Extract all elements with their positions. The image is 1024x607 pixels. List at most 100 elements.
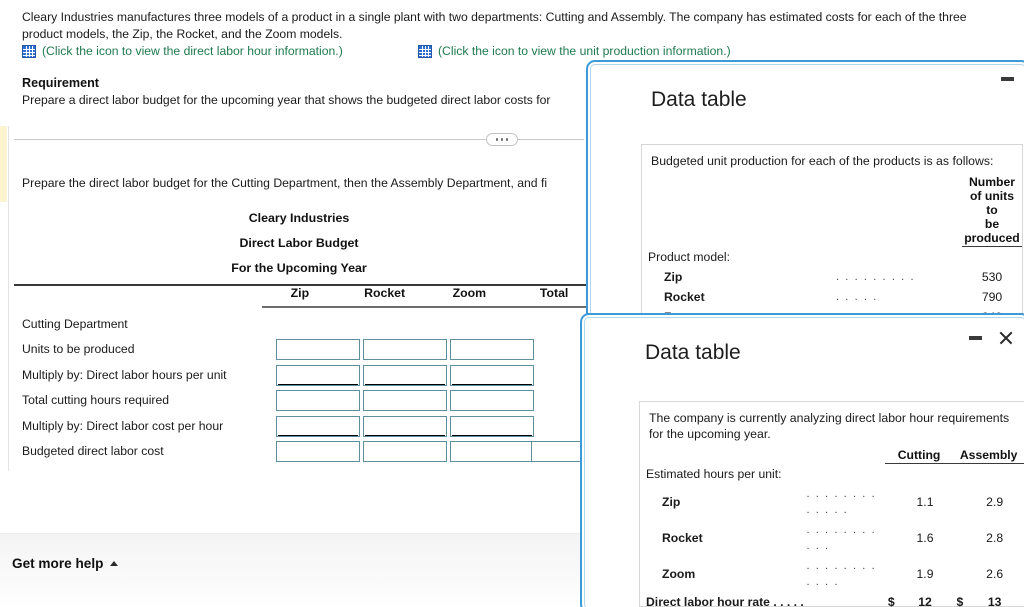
- budget-title-company: Cleary Industries: [248, 211, 350, 225]
- direct-labor-hour-link-label: (Click the icon to view the direct labor…: [42, 44, 343, 58]
- budget-title-report: Direct Labor Budget: [239, 236, 359, 250]
- direct-labor-rate-label: Direct labor hour rate . . . . .: [646, 594, 804, 607]
- row-underline: [365, 383, 445, 386]
- expand-dots-button[interactable]: [486, 133, 518, 146]
- budget-subheader-rule: [262, 306, 592, 308]
- table-row: Multiply by: Direct labor hours per unit: [14, 364, 592, 391]
- unit-production-link-label: (Click the icon to view the unit product…: [438, 44, 731, 58]
- section-label-row: Product model:: [642, 247, 1022, 267]
- row-label: Total cutting hours required: [22, 393, 170, 408]
- dialog-title: Data table: [651, 88, 747, 111]
- input-hours-per-unit-zip[interactable]: [276, 364, 360, 386]
- requirement-heading: Requirement: [22, 76, 99, 90]
- row-underline: [365, 434, 445, 437]
- table-row: Zip . . . . . . . . . 530: [642, 267, 1022, 287]
- value-rocket-cutting: 1.6: [916, 530, 934, 545]
- instruction-text: Prepare the direct labor budget for the …: [22, 176, 548, 190]
- dialog-intro-text: Budgeted unit production for each of the…: [651, 154, 994, 168]
- currency-spacer: [885, 556, 897, 592]
- input-units-rocket[interactable]: [363, 339, 447, 361]
- input-cost-per-hour-zoom[interactable]: [450, 415, 534, 437]
- rate-cutting: 12: [918, 594, 932, 607]
- grid-table-icon[interactable]: [22, 44, 36, 58]
- minimize-icon[interactable]: [969, 336, 982, 340]
- row-label: Multiply by: Direct labor hours per unit: [22, 367, 227, 382]
- currency-spacer: [885, 484, 897, 520]
- dot-icon: [495, 138, 499, 141]
- input-hours-per-unit-rocket[interactable]: [363, 364, 447, 386]
- direct-labor-hour-link[interactable]: (Click the icon to view the direct labor…: [22, 44, 343, 58]
- unit-production-link[interactable]: (Click the icon to view the unit product…: [418, 44, 731, 58]
- currency-spacer: [953, 520, 965, 556]
- column-header-total: Total: [539, 285, 569, 300]
- table-row: Rocket . . . . . . . . . . . 1.6 2.8: [640, 520, 1024, 556]
- input-units-zip[interactable]: [276, 339, 360, 361]
- leader-dots: . . . . . . . . . . .: [806, 523, 877, 552]
- grid-table-icon[interactable]: [418, 44, 432, 58]
- input-total-hours-zoom[interactable]: [450, 390, 534, 412]
- dialog-window-buttons: [1001, 77, 1014, 81]
- get-more-help-label: Get more help: [12, 556, 104, 571]
- requirement-text: Prepare a direct labor budget for the up…: [22, 93, 551, 107]
- column-header-zoom: Zoom: [452, 285, 487, 300]
- dialog-window-buttons: [969, 330, 1014, 346]
- table-header-row: Cutting Assembly: [640, 447, 1024, 464]
- column-header-zip: Zip: [290, 285, 310, 300]
- value-rocket-units: 790: [981, 289, 1003, 304]
- minimize-icon[interactable]: [1001, 77, 1014, 81]
- dialog-content-box: Budgeted unit production for each of the…: [641, 144, 1023, 329]
- input-total-hours-rocket[interactable]: [363, 390, 447, 412]
- table-row: Zoom . . . . . . . . . . . . 1.9 2.6: [640, 556, 1024, 592]
- budget-rows: Cutting Department Units to be produced …: [14, 314, 615, 468]
- dialog-content-box: The company is currently analyzing direc…: [639, 401, 1024, 607]
- problem-statement: Cleary Industries manufactures three mod…: [22, 10, 967, 41]
- input-budgeted-cost-zoom[interactable]: [450, 441, 534, 463]
- table-row: Rocket . . . . . 790: [642, 287, 1022, 307]
- input-hours-per-unit-zoom[interactable]: [450, 364, 534, 386]
- data-table-dialog-hours[interactable]: Data table The company is currently anal…: [580, 313, 1024, 607]
- row-label-zip: Zip: [662, 494, 681, 509]
- table-row: Cutting Department: [14, 314, 592, 340]
- data-table-dialog-units[interactable]: Data table Budgeted unit production for …: [586, 60, 1024, 329]
- row-label: Multiply by: Direct labor cost per hour: [22, 418, 224, 433]
- table-header-row: Number of units to be produced: [642, 173, 1022, 247]
- input-units-zoom[interactable]: [450, 339, 534, 361]
- input-total-hours-zip[interactable]: [276, 390, 360, 412]
- currency-spacer: [953, 556, 965, 592]
- column-header-assembly: Assembly: [953, 447, 1024, 464]
- table-row: Total cutting hours required: [14, 390, 592, 416]
- dot-icon: [505, 138, 509, 141]
- row-label: Cutting Department: [22, 316, 128, 331]
- column-header-cutting: Cutting: [884, 447, 954, 464]
- section-divider: [14, 133, 584, 147]
- row-underline: [452, 383, 532, 386]
- leader-dots: . . . . .: [836, 290, 878, 303]
- row-label-zoom: Zoom: [662, 566, 696, 581]
- dot-icon: [500, 138, 504, 141]
- table-row: Zip . . . . . . . . . . . . . 1.1 2.9: [640, 484, 1024, 520]
- estimated-hours-label: Estimated hours per unit:: [646, 466, 782, 481]
- leader-dots: . . . . . . . . . . . . .: [806, 487, 877, 516]
- close-icon[interactable]: [998, 330, 1014, 346]
- input-budgeted-cost-rocket[interactable]: [363, 441, 447, 463]
- leader-dots: . . . . . . . . .: [836, 270, 916, 283]
- rate-assembly: 13: [987, 594, 1002, 607]
- dialog-title: Data table: [645, 341, 741, 364]
- product-model-label: Product model:: [648, 249, 730, 264]
- input-cost-per-hour-rocket[interactable]: [363, 415, 447, 437]
- row-label-rocket: Rocket: [662, 530, 703, 545]
- input-cost-per-hour-zip[interactable]: [276, 415, 360, 437]
- value-zip-assembly: 2.9: [986, 494, 1004, 509]
- value-rocket-assembly: 2.8: [986, 530, 1004, 545]
- row-label-zip: Zip: [664, 269, 683, 284]
- leader-dots: . . . . . . . . . . . .: [806, 559, 877, 588]
- column-header-rocket: Rocket: [364, 285, 406, 300]
- unit-production-table: Number of units to be produced Product m…: [642, 173, 1022, 329]
- input-budgeted-cost-zip[interactable]: [276, 441, 360, 463]
- units-header-line2: be produced: [964, 217, 1020, 245]
- row-label: Budgeted direct labor cost: [22, 444, 164, 459]
- get-more-help-button[interactable]: Get more help: [12, 556, 119, 571]
- budget-column-headers: Zip Rocket Zoom Total: [14, 286, 592, 308]
- budget-title-period: For the Upcoming Year: [231, 261, 367, 275]
- value-zip-units: 530: [981, 269, 1003, 284]
